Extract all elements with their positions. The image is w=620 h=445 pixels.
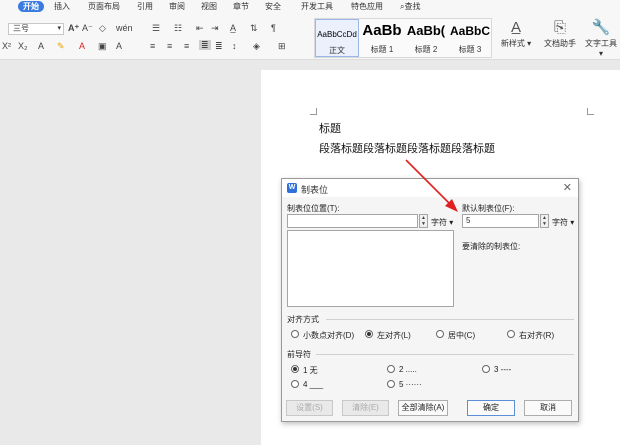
tab-developer[interactable]: 开发工具 [301, 1, 333, 12]
grow-font-icon[interactable]: A⁺ [68, 23, 79, 33]
leader-dashes-radio[interactable] [482, 365, 490, 373]
leader-dots-radio[interactable] [387, 365, 395, 373]
search-tab[interactable]: ⌕查找 [400, 1, 420, 12]
tab-special-apps[interactable]: 特色应用 [351, 1, 383, 12]
tab-chapter[interactable]: 章节 [233, 1, 249, 12]
default-tab-input[interactable]: 5 [462, 214, 539, 228]
dialog-title: 制表位 [301, 185, 329, 195]
align-right-radio[interactable] [507, 330, 515, 338]
cancel-button[interactable]: 取消 [524, 400, 572, 416]
align-center-radio[interactable] [436, 330, 444, 338]
document-title: 标题 [319, 123, 341, 135]
new-style-button[interactable]: A̲ 新样式 ▾ [500, 18, 532, 49]
page-corner-mark [310, 108, 317, 115]
align-decimal-radio[interactable] [291, 330, 299, 338]
align-center-icon[interactable]: ≡ [167, 41, 172, 51]
new-style-icon: A̲ [510, 19, 521, 36]
justify-icon[interactable]: ≣ [199, 40, 211, 50]
tab-stops-dialog: W 制表位 ✕ 制表位位置(T): ▲ ▼ 字符 ▾ 默认制表位(F): 5 ▲ ▼… [281, 178, 579, 422]
sort-icon[interactable]: ⇅ [250, 23, 258, 33]
ok-button[interactable]: 确定 [467, 400, 515, 416]
tab-references[interactable]: 引用 [137, 1, 153, 12]
wps-logo-icon: W [287, 183, 297, 193]
chevron-down-icon: ▾ [57, 25, 61, 32]
subscript-icon[interactable]: X₂ [18, 41, 28, 51]
clear-tab-label: 要清除的制表位: [462, 242, 521, 251]
dialog-title-bar[interactable]: W 制表位 ✕ [282, 179, 578, 197]
leader-underline-label[interactable]: 4 ___ [303, 380, 323, 389]
align-right-icon[interactable]: ≡ [184, 41, 189, 51]
divider [316, 354, 574, 355]
divider [326, 319, 574, 320]
leader-none-radio[interactable] [291, 365, 299, 373]
tab-position-input[interactable] [287, 214, 418, 228]
tab-position-list[interactable] [287, 230, 454, 307]
tab-position-spinner[interactable]: ▲ ▼ [419, 214, 428, 228]
numbered-list-icon[interactable]: ☷ [174, 23, 182, 33]
char-shading-icon[interactable]: ▣ [98, 41, 107, 51]
style-heading-2[interactable]: AaBb( 标题 2 [404, 19, 448, 57]
default-tab-label: 默认制表位(F): [462, 204, 515, 213]
ribbon: 三号 ▾ A⁺ A⁻ ◇ wén X² X₂ A ✎ A ▣ A ☰ ☷ ⇤ ⇥… [0, 14, 620, 60]
align-decimal-label[interactable]: 小数点对齐(D) [303, 330, 354, 341]
leader-none-label[interactable]: 1 无 [303, 365, 318, 376]
font-color-icon[interactable]: A [79, 41, 85, 51]
text-tools-button[interactable]: 🔧 文字工具 ▾ [583, 18, 619, 58]
document-paragraph: 段落标题段落标题段落标题段落标题 [319, 143, 495, 155]
char-border-icon[interactable]: A [116, 41, 122, 51]
doc-helper-icon: ⎘ [553, 19, 566, 36]
shrink-font-icon[interactable]: A⁻ [82, 23, 93, 33]
leader-group-label: 前导符 [287, 350, 311, 359]
doc-helper-button[interactable]: ⎘ 文档助手 [543, 18, 577, 49]
leader-middle-dots-radio[interactable] [387, 380, 395, 388]
tab-view[interactable]: 视图 [201, 1, 217, 12]
style-gallery: AaBbCcDd 正文 AaBb 标题 1 AaBb( 标题 2 AaBbC 标… [314, 18, 492, 58]
align-left-radio[interactable] [365, 330, 373, 338]
borders-icon[interactable]: ⊞ [278, 41, 286, 51]
font-size-select[interactable]: 三号 ▾ [8, 23, 64, 35]
show-marks-icon[interactable]: ¶ [271, 23, 276, 33]
leader-dots-label[interactable]: 2 ..... [399, 365, 417, 374]
tab-home[interactable]: 开始 [18, 1, 44, 12]
tab-review[interactable]: 审阅 [169, 1, 185, 12]
align-left-label[interactable]: 左对齐(L) [377, 330, 411, 341]
shading-icon[interactable]: ◈ [253, 41, 260, 51]
pinyin-icon[interactable]: wén [116, 23, 133, 33]
page-corner-mark [587, 108, 594, 115]
clear-all-button[interactable]: 全部清除(A) [398, 400, 448, 416]
alignment-group-label: 对齐方式 [287, 315, 319, 324]
align-center-label[interactable]: 居中(C) [448, 330, 475, 341]
tab-security[interactable]: 安全 [265, 1, 281, 12]
bullet-list-icon[interactable]: ☰ [152, 23, 160, 33]
style-heading-3[interactable]: AaBbC 标题 3 [448, 19, 492, 57]
distributed-icon[interactable]: ≣ [215, 41, 223, 51]
tab-position-label: 制表位位置(T): [287, 204, 340, 213]
text-effect-icon[interactable]: A [38, 41, 44, 51]
default-tab-unit[interactable]: 字符 ▾ [552, 217, 574, 228]
leader-dashes-label[interactable]: 3 ---- [494, 365, 511, 374]
line-spacing-icon[interactable]: ↕ [232, 41, 237, 51]
menu-bar: 开始 插入 页面布局 引用 审阅 视图 章节 安全 开发工具 特色应用 ⌕查找 [0, 0, 620, 14]
leader-underline-radio[interactable] [291, 380, 299, 388]
close-icon[interactable]: ✕ [563, 181, 572, 194]
wrench-icon: 🔧 [591, 19, 611, 36]
chinese-layout-icon[interactable]: A̲ [230, 23, 236, 33]
clear-format-icon[interactable]: ◇ [99, 23, 106, 33]
align-right-label[interactable]: 右对齐(R) [519, 330, 554, 341]
align-left-icon[interactable]: ≡ [150, 41, 155, 51]
leader-middle-dots-label[interactable]: 5 ······ [399, 380, 422, 389]
highlight-icon[interactable]: ✎ [57, 41, 65, 51]
clear-button[interactable]: 清除(E) [342, 400, 389, 416]
style-heading-1[interactable]: AaBb 标题 1 [360, 19, 404, 57]
decrease-indent-icon[interactable]: ⇤ [196, 23, 204, 33]
tab-insert[interactable]: 插入 [54, 1, 70, 12]
default-tab-spinner[interactable]: ▲ ▼ [540, 214, 549, 228]
increase-indent-icon[interactable]: ⇥ [211, 23, 219, 33]
tab-position-unit[interactable]: 字符 ▾ [431, 217, 453, 228]
superscript-icon[interactable]: X² [2, 41, 11, 51]
set-button[interactable]: 设置(S) [286, 400, 333, 416]
style-normal[interactable]: AaBbCcDd 正文 [315, 19, 359, 57]
tab-page-layout[interactable]: 页面布局 [88, 1, 120, 12]
